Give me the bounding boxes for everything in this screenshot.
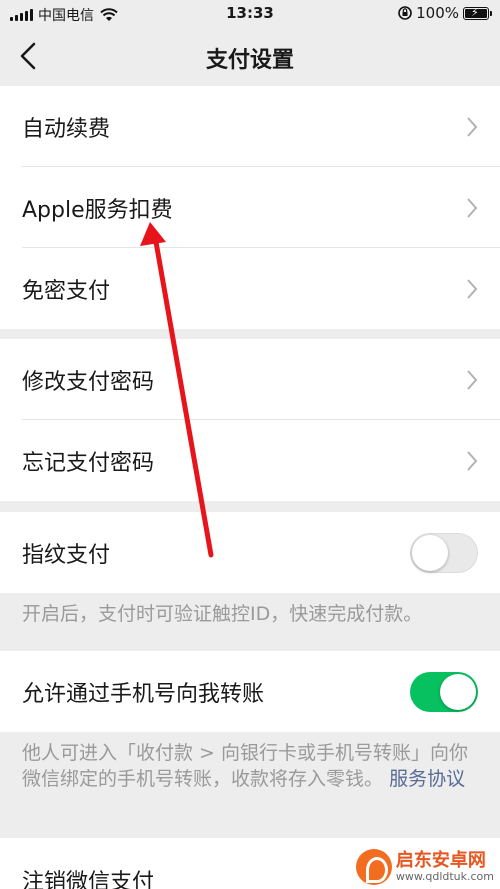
phone-transfer-note: 他人可进入「收付款 > 向银行卡或手机号转账」向你微信绑定的手机号转账，收款将存… (22, 740, 482, 792)
row-apple-service-billing[interactable]: Apple服务扣费 (0, 167, 500, 248)
settings-group-password: 修改支付密码 忘记支付密码 (0, 339, 500, 501)
orientation-lock-icon (398, 6, 412, 20)
service-agreement-link[interactable]: 服务协议 (389, 768, 465, 790)
row-change-pay-password[interactable]: 修改支付密码 (0, 339, 500, 420)
phone-transfer-toggle[interactable] (410, 672, 478, 712)
row-label: 指纹支付 (22, 542, 111, 568)
row-phone-transfer: 允许通过手机号向我转账 (0, 651, 500, 732)
fingerprint-toggle[interactable] (410, 533, 478, 573)
page-title: 支付设置 (205, 48, 294, 73)
chevron-right-icon (467, 198, 478, 218)
row-label: 忘记支付密码 (22, 450, 155, 476)
row-password-free-pay[interactable]: 免密支付 (0, 248, 500, 329)
settings-group-phone-transfer: 允许通过手机号向我转账 (0, 651, 500, 732)
row-label: 注销微信支付 (22, 870, 155, 889)
battery-percent: 100% (416, 4, 459, 22)
settings-group-fingerprint: 指纹支付 (0, 512, 500, 593)
fingerprint-note: 开启后，支付时可验证触控ID，快速完成付款。 (22, 603, 423, 625)
settings-group-billing: 自动续费 Apple服务扣费 免密支付 (0, 86, 500, 329)
watermark-logo: 启东安卓网 www.qdldtuk.com (355, 849, 494, 885)
row-label: Apple服务扣费 (22, 197, 173, 223)
row-label: 免密支付 (22, 278, 111, 304)
row-label: 修改支付密码 (22, 369, 155, 395)
row-label: 自动续费 (22, 116, 111, 142)
row-auto-renew[interactable]: 自动续费 (0, 86, 500, 167)
chevron-right-icon (467, 370, 478, 390)
nav-bar: 支付设置 (0, 28, 500, 84)
status-bar: 中国电信 13:33 100% ⚡ (0, 0, 500, 28)
watermark-url: www.qdldtuk.com (395, 869, 494, 883)
watermark-logo-icon (355, 849, 392, 885)
row-forgot-pay-password[interactable]: 忘记支付密码 (0, 420, 500, 501)
chevron-right-icon (467, 279, 478, 299)
watermark-name: 启东安卓网 (395, 850, 486, 872)
battery-icon: ⚡ (463, 6, 492, 20)
row-label: 允许通过手机号向我转账 (22, 681, 265, 707)
chevron-right-icon (467, 451, 478, 471)
chevron-right-icon (467, 117, 478, 137)
row-fingerprint-pay: 指纹支付 (0, 512, 500, 593)
